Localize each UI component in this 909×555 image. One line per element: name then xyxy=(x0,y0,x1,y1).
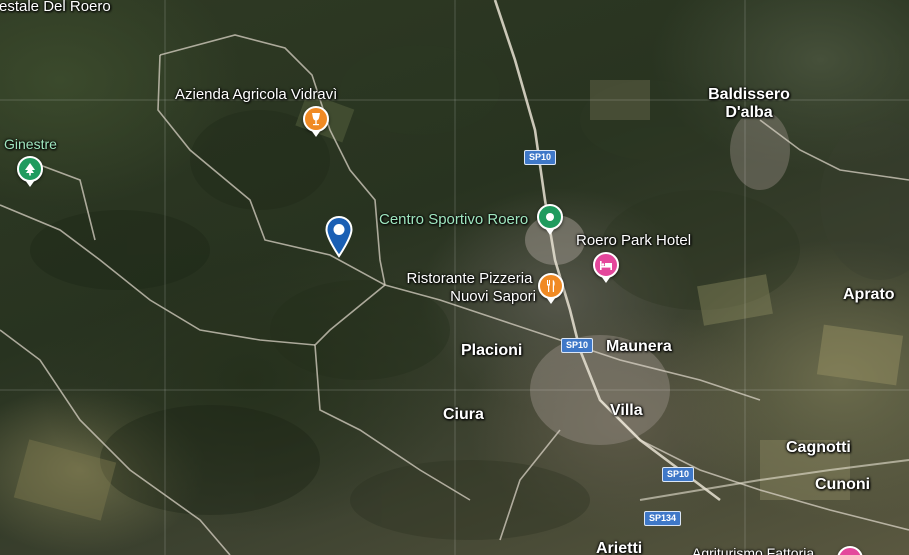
sp10-shield: SP10 xyxy=(561,338,594,353)
park-icon xyxy=(25,163,35,176)
ciura-label[interactable]: Ciura xyxy=(443,406,484,424)
cunoni-label[interactable]: Cunoni xyxy=(815,476,870,494)
agriturismo-label[interactable]: Agriturismo Fattoria xyxy=(692,545,814,555)
centro-label[interactable]: Centro Sportivo Roero xyxy=(379,211,528,228)
maunera-label[interactable]: Maunera xyxy=(606,338,672,356)
placioni-label[interactable]: Placioni xyxy=(461,342,522,360)
azienda-label[interactable]: Azienda Agricola Vidravì xyxy=(175,86,337,103)
hotel-pin[interactable] xyxy=(593,252,619,283)
ristorante-label[interactable]: Ristorante Pizzeria Nuovi Sapori xyxy=(403,270,536,306)
sp134-shield: SP134 xyxy=(644,511,682,526)
wine-pin[interactable] xyxy=(303,106,329,137)
ristorante-label-line1: Ristorante Pizzeria xyxy=(406,270,533,287)
sp10-shield: SP10 xyxy=(662,467,695,482)
park-pin[interactable] xyxy=(17,156,43,187)
hotel-label[interactable]: Roero Park Hotel xyxy=(576,232,691,249)
satellite-map[interactable]: restale Del Roero Ginestre Azienda Agric… xyxy=(0,0,909,555)
aprato-label[interactable]: Aprato xyxy=(843,286,895,304)
selected-location-marker[interactable] xyxy=(325,216,353,258)
restaurant-pin[interactable] xyxy=(538,273,564,304)
baldissero-label[interactable]: Baldissero D'alba xyxy=(705,86,793,122)
baldissero-label-line2: D'alba xyxy=(725,104,773,121)
sports-pin[interactable] xyxy=(537,204,563,235)
ristorante-label-line2: Nuovi Sapori xyxy=(450,288,536,305)
baldissero-label-line1: Baldissero xyxy=(708,86,790,103)
location-pin-icon xyxy=(325,216,353,258)
ginestre-label[interactable]: Ginestre xyxy=(4,136,57,152)
hotel-icon xyxy=(600,261,612,270)
sp10-shield: SP10 xyxy=(524,150,557,165)
sports-icon xyxy=(546,213,554,221)
cagnotti-label[interactable]: Cagnotti xyxy=(786,439,851,457)
wine-icon xyxy=(312,113,320,126)
villa-label[interactable]: Villa xyxy=(610,402,643,420)
forest-label: restale Del Roero xyxy=(0,0,111,15)
arietti-label[interactable]: Arietti xyxy=(596,540,642,555)
restaurant-icon xyxy=(547,280,555,292)
